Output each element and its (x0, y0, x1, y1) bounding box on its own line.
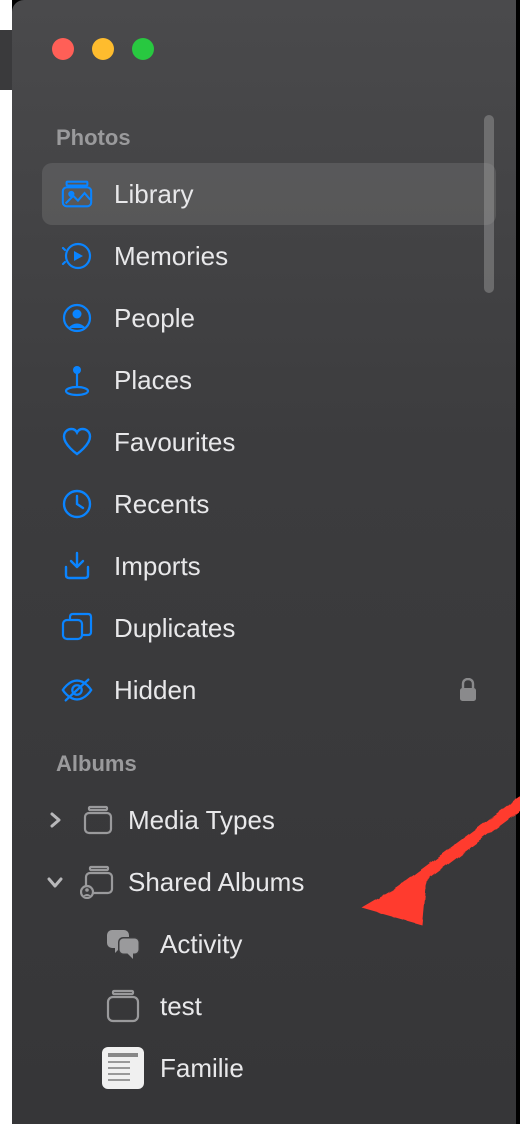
sidebar-item-media-types[interactable]: Media Types (42, 789, 496, 851)
sidebar-item-places[interactable]: Places (42, 349, 496, 411)
section-header-photos: Photos (42, 125, 496, 151)
sidebar-item-favourites[interactable]: Favourites (42, 411, 496, 473)
minimize-window-button[interactable] (92, 38, 114, 60)
sidebar-item-test[interactable]: test (42, 975, 496, 1037)
sidebar-item-label: Favourites (114, 427, 478, 458)
sidebar-item-label: test (160, 991, 202, 1022)
library-icon (60, 177, 94, 211)
section-header-albums: Albums (42, 751, 496, 777)
app-window: Photos Library (12, 0, 516, 1124)
sidebar-item-duplicates[interactable]: Duplicates (42, 597, 496, 659)
sidebar-item-label: Media Types (128, 805, 275, 836)
sidebar-item-memories[interactable]: Memories (42, 225, 496, 287)
stack-icon (80, 802, 116, 838)
sidebar-item-label: Familie (160, 1053, 244, 1084)
sidebar-item-label: Imports (114, 551, 478, 582)
sidebar-item-label: Hidden (114, 675, 438, 706)
hidden-icon (60, 673, 94, 707)
places-icon (60, 363, 94, 397)
duplicates-icon (60, 611, 94, 645)
heart-icon (60, 425, 94, 459)
album-stack-icon (102, 985, 144, 1027)
sidebar-item-shared-albums[interactable]: Shared Albums (42, 851, 496, 913)
sidebar-item-people[interactable]: People (42, 287, 496, 349)
window-controls (52, 38, 154, 60)
album-thumbnail-icon (102, 1047, 144, 1089)
people-icon (60, 301, 94, 335)
sidebar-item-imports[interactable]: Imports (42, 535, 496, 597)
sidebar-item-label: Activity (160, 929, 242, 960)
sidebar-item-label: Duplicates (114, 613, 478, 644)
chevron-right-icon[interactable] (42, 811, 68, 829)
lock-icon (458, 678, 478, 702)
memories-icon (60, 239, 94, 273)
sidebar-item-label: Library (114, 179, 478, 210)
activity-icon (102, 923, 144, 965)
sidebar-item-library[interactable]: Library (42, 163, 496, 225)
sidebar-item-label: Places (114, 365, 478, 396)
sidebar-item-activity[interactable]: Activity (42, 913, 496, 975)
sidebar: Photos Library (12, 30, 516, 1099)
sidebar-item-label: People (114, 303, 478, 334)
fullscreen-window-button[interactable] (132, 38, 154, 60)
sidebar-item-label: Memories (114, 241, 478, 272)
shared-album-icon (80, 864, 116, 900)
chevron-down-icon[interactable] (42, 875, 68, 889)
sidebar-item-label: Shared Albums (128, 867, 304, 898)
close-window-button[interactable] (52, 38, 74, 60)
import-icon (60, 549, 94, 583)
sidebar-item-label: Recents (114, 489, 478, 520)
sidebar-item-familie[interactable]: Familie (42, 1037, 496, 1099)
sidebar-item-hidden[interactable]: Hidden (42, 659, 496, 721)
sidebar-item-recents[interactable]: Recents (42, 473, 496, 535)
clock-icon (60, 487, 94, 521)
